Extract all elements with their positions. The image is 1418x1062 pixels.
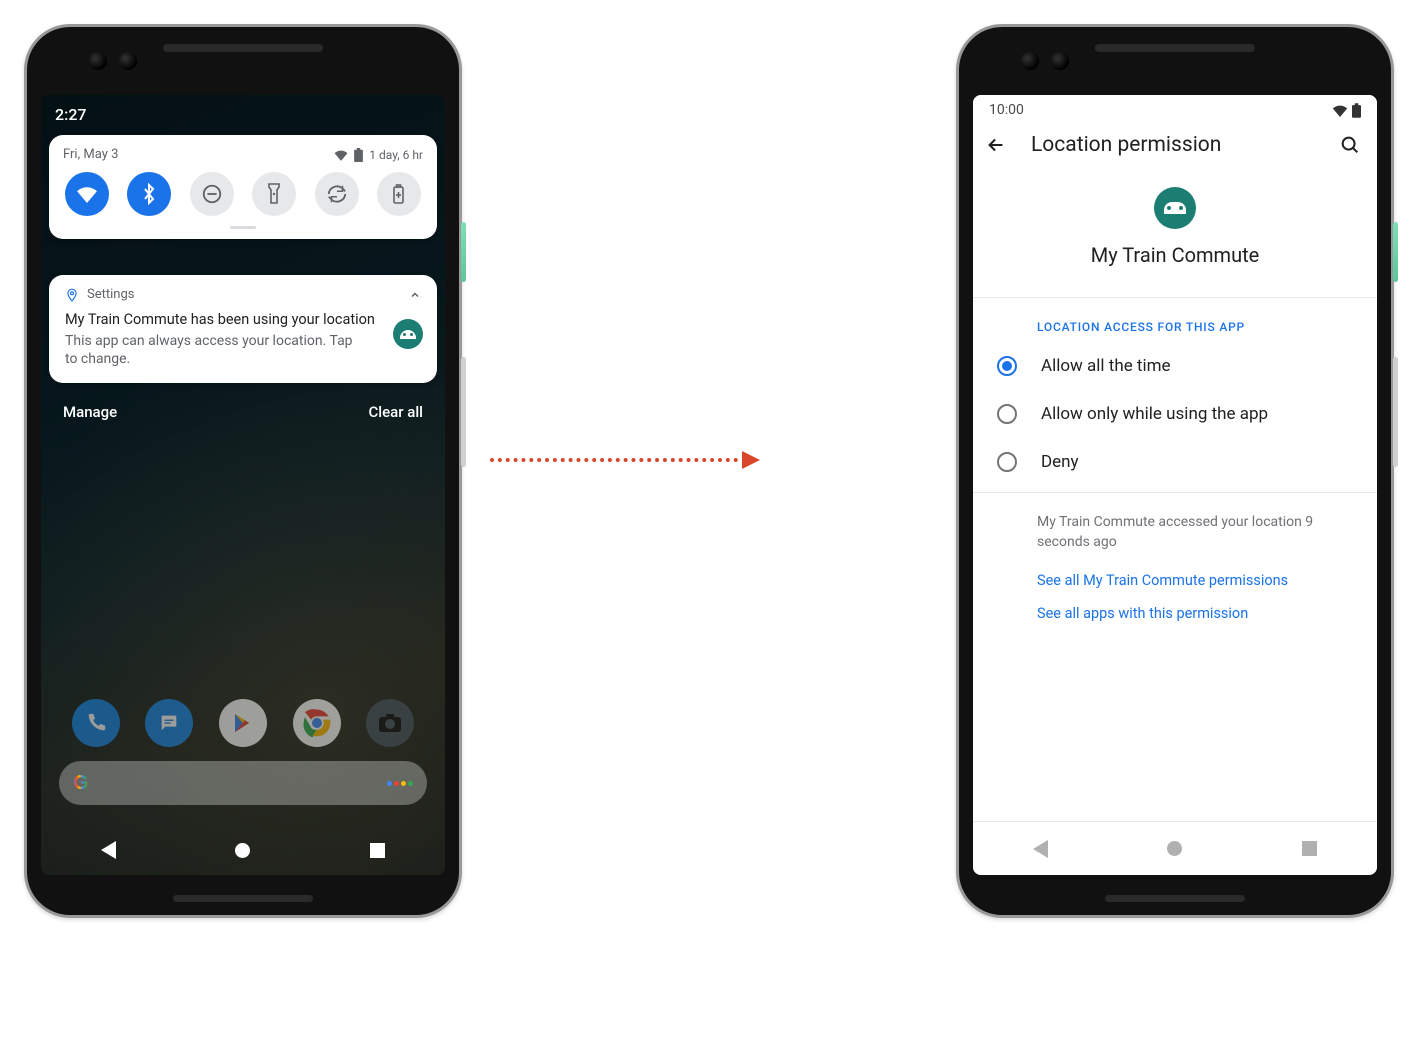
messages-app-icon[interactable] (145, 699, 193, 747)
permission-option-allow-always[interactable]: Allow all the time (973, 342, 1377, 390)
flow-arrow (490, 450, 760, 470)
front-camera-icon (89, 52, 107, 70)
phone-right-frame: 10:00 Location permission (956, 24, 1394, 918)
camera-app-icon[interactable] (366, 699, 414, 747)
see-all-apps-permission-link[interactable]: See all apps with this permission (973, 589, 1377, 622)
permission-option-deny[interactable]: Deny (973, 438, 1377, 486)
nav-back-button[interactable] (1033, 840, 1048, 858)
qs-expand-handle[interactable] (230, 226, 256, 229)
phone-left-frame: 2:27 Fri, May 3 1 day, 6 hr (24, 24, 462, 918)
qs-flashlight-toggle[interactable] (252, 172, 296, 216)
bottom-speaker (173, 895, 313, 902)
notification-manage-button[interactable]: Manage (63, 403, 117, 421)
earpiece-speaker (1095, 44, 1255, 52)
chevron-up-icon[interactable] (409, 289, 421, 301)
google-search-bar[interactable]: G (59, 761, 427, 805)
quick-settings-panel[interactable]: Fri, May 3 1 day, 6 hr (49, 135, 437, 239)
status-bar-time: 10:00 (989, 102, 1024, 118)
earpiece-speaker (163, 44, 323, 52)
app-icon (1154, 187, 1196, 229)
radio-icon (997, 452, 1017, 472)
battery-icon (354, 148, 363, 162)
nav-home-button[interactable] (1167, 841, 1182, 856)
play-store-app-icon[interactable] (219, 699, 267, 747)
android-head-icon (1164, 202, 1186, 214)
qs-wifi-toggle[interactable] (65, 172, 109, 216)
section-label: LOCATION ACCESS FOR THIS APP (973, 298, 1377, 342)
radio-icon (997, 356, 1017, 376)
front-camera-icon (119, 52, 137, 70)
app-info-header: My Train Commute (973, 165, 1377, 297)
notification-clear-all-button[interactable]: Clear all (369, 403, 424, 421)
notification-body: This app can always access your location… (65, 332, 365, 370)
qs-bluetooth-toggle[interactable] (127, 172, 171, 216)
front-camera-icon (1051, 52, 1069, 70)
chrome-app-icon[interactable] (293, 699, 341, 747)
wifi-icon (76, 185, 98, 203)
nav-recent-button[interactable] (1302, 841, 1317, 856)
notification-app-label: Settings (87, 287, 134, 302)
battery-icon (1352, 103, 1361, 118)
bluetooth-icon (142, 183, 156, 205)
radio-icon (997, 404, 1017, 424)
search-icon[interactable] (1339, 134, 1361, 156)
qs-dnd-toggle[interactable] (190, 172, 234, 216)
qs-autorotate-toggle[interactable] (315, 172, 359, 216)
autorotate-icon (326, 183, 348, 205)
back-arrow-icon[interactable] (985, 134, 1007, 156)
dnd-icon (201, 183, 223, 205)
location-icon (65, 288, 79, 302)
qs-battery-saver-toggle[interactable] (377, 172, 421, 216)
location-usage-notification[interactable]: Settings My Train Commute has been using… (49, 275, 437, 383)
permission-option-label: Allow all the time (1041, 356, 1171, 376)
battery-icon (392, 184, 405, 204)
home-dock (41, 699, 445, 747)
wifi-icon (334, 149, 348, 161)
qs-battery-text: 1 day, 6 hr (369, 148, 423, 162)
app-name: My Train Commute (1091, 243, 1260, 267)
page-title: Location permission (1031, 133, 1221, 157)
system-nav-bar (41, 841, 445, 859)
notification-app-icon (393, 319, 423, 349)
status-bar-time: 2:27 (55, 105, 87, 124)
notification-title: My Train Commute has been using your loc… (65, 310, 421, 330)
nav-recent-button[interactable] (370, 843, 385, 858)
permission-option-allow-while-using[interactable]: Allow only while using the app (973, 390, 1377, 438)
last-access-info: My Train Commute accessed your location … (1037, 513, 1353, 552)
wifi-icon (1332, 104, 1348, 117)
permission-option-label: Allow only while using the app (1041, 404, 1268, 424)
nav-home-button[interactable] (235, 843, 250, 858)
permission-option-label: Deny (1041, 452, 1079, 472)
arrow-head-icon (742, 451, 760, 469)
assistant-icon[interactable] (387, 781, 413, 786)
android-head-icon (400, 330, 416, 339)
bottom-speaker (1105, 895, 1245, 902)
qs-date: Fri, May 3 (63, 147, 118, 162)
system-nav-bar (973, 821, 1377, 875)
front-camera-icon (1021, 52, 1039, 70)
flashlight-icon (267, 183, 281, 205)
see-all-app-permissions-link[interactable]: See all My Train Commute permissions (973, 556, 1377, 589)
google-logo-icon: G (73, 772, 89, 795)
nav-back-button[interactable] (101, 841, 116, 859)
phone-app-icon[interactable] (72, 699, 120, 747)
